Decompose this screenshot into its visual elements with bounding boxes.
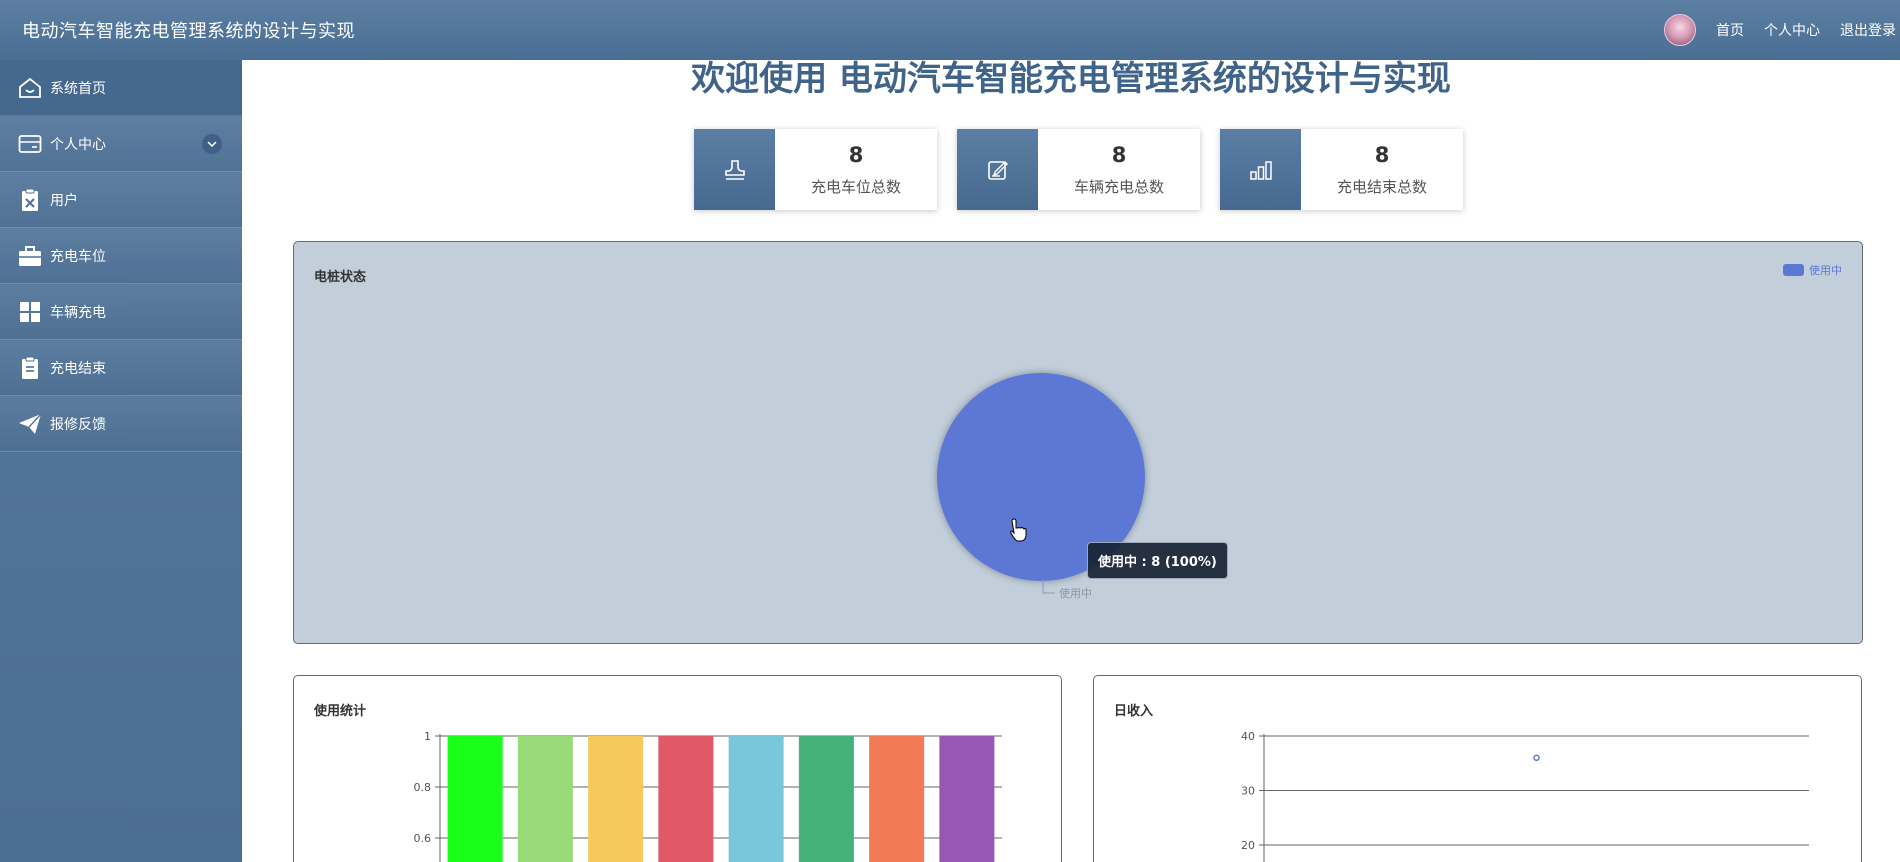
usage-stats-panel: 使用统计 1 0.8 0.6 <box>293 675 1062 862</box>
line-chart[interactable]: 40 30 20 <box>1094 676 1861 862</box>
sidebar-item-label: 用户 <box>50 192 78 209</box>
pile-status-panel: 电桩状态 使用中 使用中 使用中 : 8 (100%) <box>293 241 1863 644</box>
bar-chart[interactable]: 1 0.8 0.6 <box>294 676 1061 862</box>
bar[interactable] <box>588 736 644 862</box>
stat-card-charging-end: 8 充电结束总数 <box>1220 129 1463 210</box>
stat-card-vehicle-charging: 8 车辆充电总数 <box>957 129 1200 210</box>
sidebar: 系统首页 个人中心 用户 充电车位 车辆充电 充电结束 报修反馈 <box>0 60 242 862</box>
line-tick-label: 30 <box>1241 785 1255 798</box>
header-right: 首页 个人中心 退出登录 <box>1664 0 1900 60</box>
line-tick-label: 20 <box>1241 839 1255 852</box>
bar[interactable] <box>939 736 995 862</box>
sidebar-item-vehicle-charging[interactable]: 车辆充电 <box>0 284 242 340</box>
home-link[interactable]: 首页 <box>1716 20 1744 40</box>
briefcase-icon <box>17 243 43 269</box>
sidebar-item-home[interactable]: 系统首页 <box>0 60 242 116</box>
sidebar-item-users[interactable]: 用户 <box>0 172 242 228</box>
bar-tick-label: 0.6 <box>414 832 432 845</box>
home-icon <box>17 75 43 101</box>
bar-tick-label: 0.8 <box>414 781 432 794</box>
paper-plane-icon <box>17 411 43 437</box>
stamp-icon <box>694 129 775 210</box>
sidebar-item-charging-spot[interactable]: 充电车位 <box>0 228 242 284</box>
stat-value: 8 <box>1111 143 1127 167</box>
clipboard-x-icon <box>17 187 43 213</box>
sidebar-item-label: 系统首页 <box>50 80 106 97</box>
bar[interactable] <box>517 736 573 862</box>
stat-label: 充电结束总数 <box>1336 178 1427 196</box>
grid-icon <box>17 299 43 325</box>
pie-chart[interactable]: 使用中 <box>294 242 1862 643</box>
pie-tooltip: 使用中 : 8 (100%) <box>1087 542 1228 579</box>
app-title: 电动汽车智能充电管理系统的设计与实现 <box>22 21 355 42</box>
pie-label-line <box>1042 579 1055 594</box>
clipboard-icon <box>17 355 43 381</box>
sidebar-item-label: 个人中心 <box>50 136 106 153</box>
stat-value: 8 <box>848 143 864 167</box>
stat-label: 车辆充电总数 <box>1073 178 1164 196</box>
logout-link[interactable]: 退出登录 <box>1840 20 1896 40</box>
pie-slice-label: 使用中 <box>1059 587 1092 600</box>
sidebar-item-label: 充电结束 <box>50 360 106 377</box>
bar[interactable] <box>728 736 784 862</box>
profile-link[interactable]: 个人中心 <box>1764 20 1820 40</box>
bar[interactable] <box>869 736 925 862</box>
avatar[interactable] <box>1664 14 1696 46</box>
sidebar-item-charging-end[interactable]: 充电结束 <box>0 340 242 396</box>
edit-icon <box>957 129 1038 210</box>
sidebar-item-repair-feedback[interactable]: 报修反馈 <box>0 396 242 452</box>
wallet-icon <box>17 131 43 157</box>
top-header: 电动汽车智能充电管理系统的设计与实现 首页 个人中心 退出登录 <box>0 0 1900 60</box>
line-point[interactable] <box>1533 754 1540 762</box>
bar-chart-icon <box>1220 129 1301 210</box>
sidebar-item-label: 报修反馈 <box>50 416 106 433</box>
stat-card-charging-spots: 8 充电车位总数 <box>694 129 937 210</box>
sidebar-item-label: 车辆充电 <box>50 304 106 321</box>
sidebar-item-label: 充电车位 <box>50 248 106 265</box>
line-tick-label: 40 <box>1241 730 1255 743</box>
bar[interactable] <box>798 736 854 862</box>
bar[interactable] <box>658 736 714 862</box>
sidebar-item-profile[interactable]: 个人中心 <box>0 116 242 172</box>
stat-value: 8 <box>1374 143 1390 167</box>
main-content: 欢迎使用 电动汽车智能充电管理系统的设计与实现 8 充电车位总数 8 车辆充电总… <box>242 60 1900 862</box>
bar-tick-label: 1 <box>424 730 431 743</box>
stat-label: 充电车位总数 <box>810 178 901 196</box>
chevron-down-icon[interactable] <box>202 134 222 154</box>
daily-income-panel: 日收入 40 30 20 <box>1093 675 1862 862</box>
bar[interactable] <box>447 736 503 862</box>
welcome-title: 欢迎使用 电动汽车智能充电管理系统的设计与实现 <box>691 59 1451 99</box>
